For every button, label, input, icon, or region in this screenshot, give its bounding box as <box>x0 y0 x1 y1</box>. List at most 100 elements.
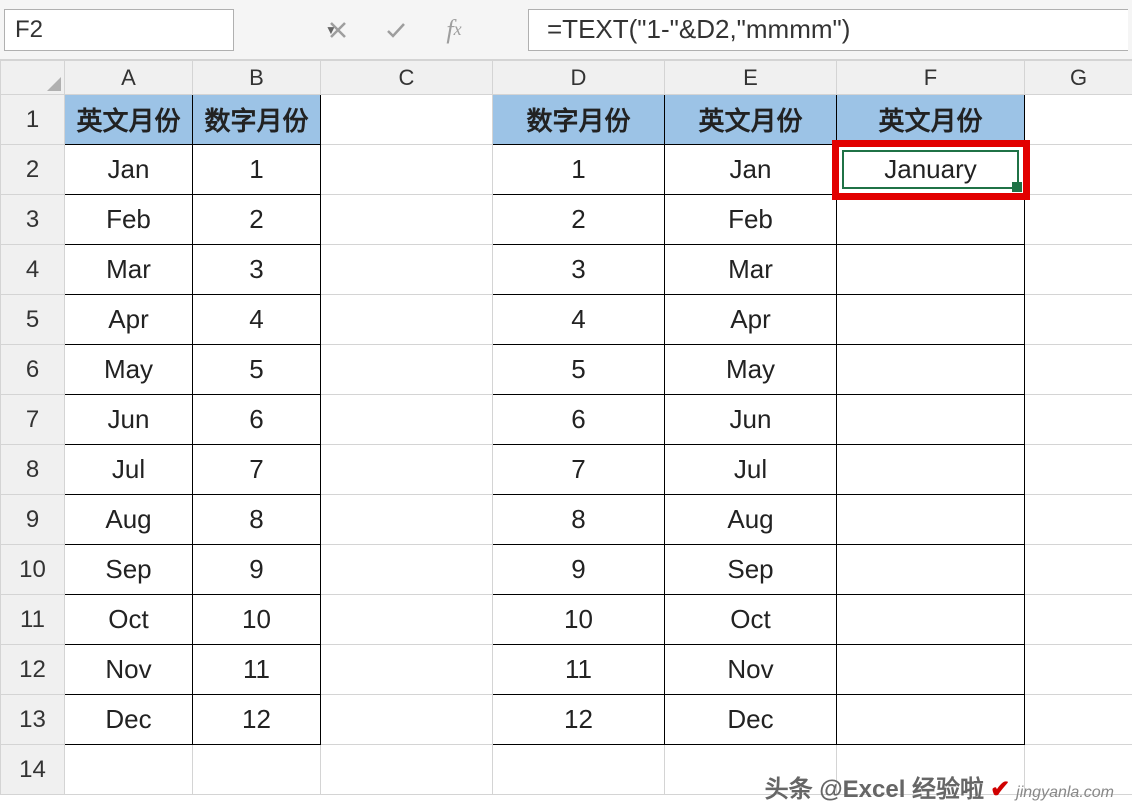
cell-c5[interactable] <box>321 295 493 345</box>
fill-handle[interactable] <box>1012 182 1022 192</box>
cell-d5[interactable]: 4 <box>493 295 665 345</box>
cell-a5[interactable]: Apr <box>65 295 193 345</box>
cell-c2[interactable] <box>321 145 493 195</box>
cell-f12[interactable] <box>837 645 1025 695</box>
cell-d14[interactable] <box>493 745 665 795</box>
cancel-icon[interactable] <box>324 16 352 44</box>
cell-c7[interactable] <box>321 395 493 445</box>
cell-b3[interactable]: 2 <box>193 195 321 245</box>
cell-b12[interactable]: 11 <box>193 645 321 695</box>
cell-g13[interactable] <box>1025 695 1132 745</box>
cell-a12[interactable]: Nov <box>65 645 193 695</box>
cell-e7[interactable]: Jun <box>665 395 837 445</box>
row-header-12[interactable]: 12 <box>1 645 65 695</box>
cell-c12[interactable] <box>321 645 493 695</box>
cell-d12[interactable]: 11 <box>493 645 665 695</box>
cell-a11[interactable]: Oct <box>65 595 193 645</box>
cell-g6[interactable] <box>1025 345 1132 395</box>
col-header-b[interactable]: B <box>193 61 321 95</box>
col-header-d[interactable]: D <box>493 61 665 95</box>
cell-e3[interactable]: Feb <box>665 195 837 245</box>
cell-b9[interactable]: 8 <box>193 495 321 545</box>
cell-a7[interactable]: Jun <box>65 395 193 445</box>
cell-d8[interactable]: 7 <box>493 445 665 495</box>
cell-g14[interactable] <box>1025 745 1132 795</box>
cell-g8[interactable] <box>1025 445 1132 495</box>
cell-e8[interactable]: Jul <box>665 445 837 495</box>
row-header-3[interactable]: 3 <box>1 195 65 245</box>
cell-c3[interactable] <box>321 195 493 245</box>
cell-b2[interactable]: 1 <box>193 145 321 195</box>
cell-g5[interactable] <box>1025 295 1132 345</box>
cell-g12[interactable] <box>1025 645 1132 695</box>
cell-g9[interactable] <box>1025 495 1132 545</box>
fx-icon[interactable]: fx <box>440 16 468 44</box>
cell-d13[interactable]: 12 <box>493 695 665 745</box>
cell-a4[interactable]: Mar <box>65 245 193 295</box>
cell-a14[interactable] <box>65 745 193 795</box>
cell-a9[interactable]: Aug <box>65 495 193 545</box>
cell-d4[interactable]: 3 <box>493 245 665 295</box>
row-header-7[interactable]: 7 <box>1 395 65 445</box>
cell-f3[interactable] <box>837 195 1025 245</box>
cell-f7[interactable] <box>837 395 1025 445</box>
row-header-1[interactable]: 1 <box>1 95 65 145</box>
cell-b8[interactable]: 7 <box>193 445 321 495</box>
cell-e5[interactable]: Apr <box>665 295 837 345</box>
cell-b1[interactable]: 数字月份 <box>193 95 321 145</box>
cell-b5[interactable]: 4 <box>193 295 321 345</box>
cell-b6[interactable]: 5 <box>193 345 321 395</box>
cell-f1[interactable]: 英文月份 <box>837 95 1025 145</box>
cell-c10[interactable] <box>321 545 493 595</box>
cell-e9[interactable]: Aug <box>665 495 837 545</box>
cell-g3[interactable] <box>1025 195 1132 245</box>
cell-c1[interactable] <box>321 95 493 145</box>
cell-e10[interactable]: Sep <box>665 545 837 595</box>
cell-e14[interactable] <box>665 745 837 795</box>
cell-d11[interactable]: 10 <box>493 595 665 645</box>
cell-f4[interactable] <box>837 245 1025 295</box>
cell-g10[interactable] <box>1025 545 1132 595</box>
cell-a8[interactable]: Jul <box>65 445 193 495</box>
cell-e1[interactable]: 英文月份 <box>665 95 837 145</box>
cell-g11[interactable] <box>1025 595 1132 645</box>
cell-e13[interactable]: Dec <box>665 695 837 745</box>
cell-b13[interactable]: 12 <box>193 695 321 745</box>
cell-e4[interactable]: Mar <box>665 245 837 295</box>
cell-e2[interactable]: Jan <box>665 145 837 195</box>
row-header-14[interactable]: 14 <box>1 745 65 795</box>
cell-e11[interactable]: Oct <box>665 595 837 645</box>
col-header-g[interactable]: G <box>1025 61 1132 95</box>
cell-d2[interactable]: 1 <box>493 145 665 195</box>
cell-f9[interactable] <box>837 495 1025 545</box>
cell-c14[interactable] <box>321 745 493 795</box>
cell-a2[interactable]: Jan <box>65 145 193 195</box>
row-header-2[interactable]: 2 <box>1 145 65 195</box>
cell-b14[interactable] <box>193 745 321 795</box>
cell-g4[interactable] <box>1025 245 1132 295</box>
row-header-6[interactable]: 6 <box>1 345 65 395</box>
cell-f13[interactable] <box>837 695 1025 745</box>
cell-b7[interactable]: 6 <box>193 395 321 445</box>
cell-c11[interactable] <box>321 595 493 645</box>
cell-f6[interactable] <box>837 345 1025 395</box>
name-box-container[interactable]: ▼ <box>4 9 234 51</box>
cell-a1[interactable]: 英文月份 <box>65 95 193 145</box>
cell-d7[interactable]: 6 <box>493 395 665 445</box>
cell-c4[interactable] <box>321 245 493 295</box>
col-header-f[interactable]: F <box>837 61 1025 95</box>
cell-g2[interactable] <box>1025 145 1132 195</box>
cell-f14[interactable] <box>837 745 1025 795</box>
cell-a13[interactable]: Dec <box>65 695 193 745</box>
cell-c6[interactable] <box>321 345 493 395</box>
row-header-10[interactable]: 10 <box>1 545 65 595</box>
row-header-5[interactable]: 5 <box>1 295 65 345</box>
cell-g7[interactable] <box>1025 395 1132 445</box>
cell-c13[interactable] <box>321 695 493 745</box>
cell-g1[interactable] <box>1025 95 1132 145</box>
cell-d10[interactable]: 9 <box>493 545 665 595</box>
formula-input[interactable] <box>528 9 1128 51</box>
row-header-11[interactable]: 11 <box>1 595 65 645</box>
cell-e6[interactable]: May <box>665 345 837 395</box>
enter-icon[interactable] <box>382 16 410 44</box>
